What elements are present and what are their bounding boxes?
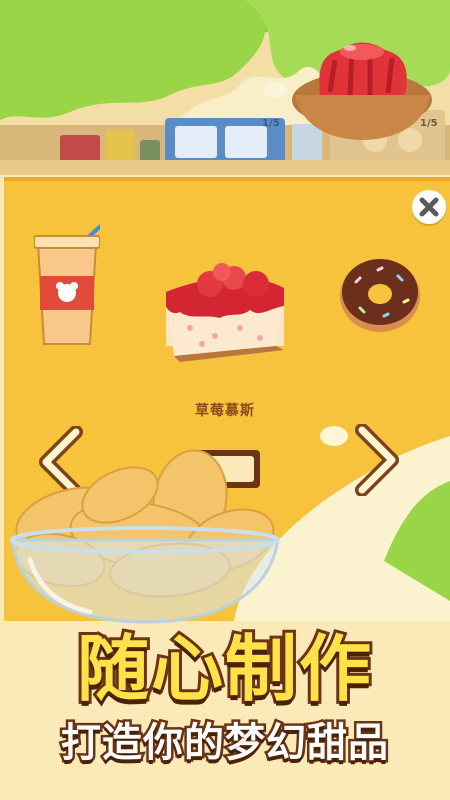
- close-button[interactable]: [412, 190, 446, 224]
- price-tag-1: 1/5: [262, 118, 280, 129]
- potato-chips-bowl: [0, 440, 300, 625]
- selected-item-name: 草莓慕斯: [195, 403, 255, 419]
- strawberry-cake-icon: [166, 263, 284, 362]
- banner-subtitle: 打造你的梦幻甜品: [59, 718, 391, 769]
- item-drink-cup[interactable]: [33, 210, 114, 350]
- top-scene-background: 1/5 1/5: [0, 0, 450, 175]
- banner-title: 随心制作: [74, 624, 374, 714]
- shelf-scene-illustration: [0, 0, 450, 175]
- chevron-right-icon: [355, 423, 399, 497]
- item-donut[interactable]: [338, 254, 422, 334]
- price-tag-2: 1/5: [420, 118, 438, 129]
- close-icon: [419, 197, 439, 217]
- donut-icon: [340, 259, 420, 332]
- next-item-button[interactable]: [352, 423, 402, 497]
- item-strawberry-cake[interactable]: [160, 258, 290, 364]
- drink-cup-icon: [33, 214, 114, 345]
- chips-bowl-illustration: [10, 449, 280, 624]
